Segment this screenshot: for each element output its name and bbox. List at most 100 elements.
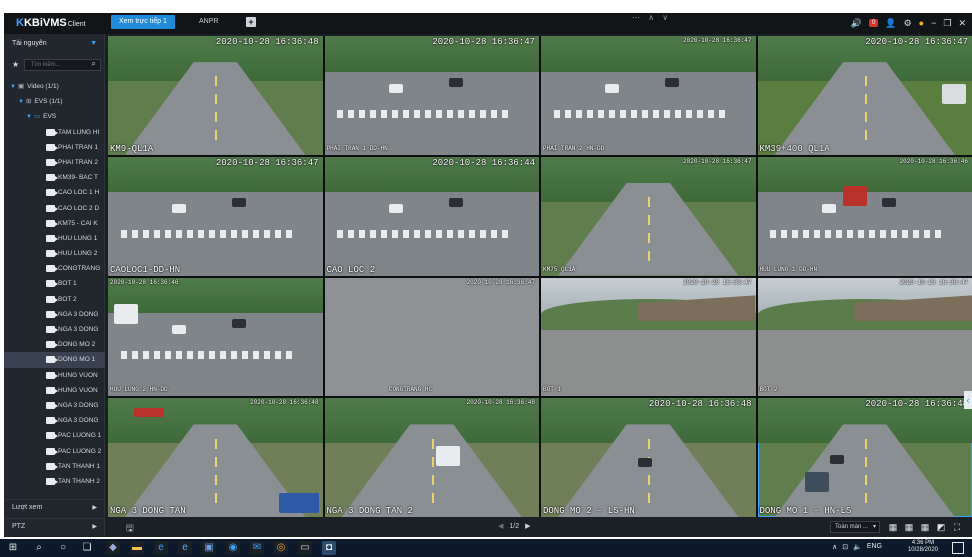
resource-dropdown[interactable]: Tài nguyên ▼ — [4, 36, 105, 52]
camera-item[interactable]: HUNG VUON — [4, 383, 105, 398]
search-input[interactable]: Tìm kiếm... ⌕ — [24, 59, 101, 71]
app-icon-4[interactable]: ▭ — [298, 541, 312, 555]
edge-icon[interactable]: e — [178, 541, 192, 555]
minimize-icon[interactable]: − — [931, 18, 936, 28]
chevron-up-icon[interactable]: ∧ — [832, 543, 837, 551]
gear-icon[interactable]: ⚙ — [904, 18, 912, 29]
camera-item[interactable]: PHAI TRAN 2 — [4, 155, 105, 170]
camera-icon — [46, 174, 58, 182]
cortana-icon[interactable]: ○ — [56, 541, 70, 555]
ie-icon[interactable]: e — [154, 541, 168, 555]
expand-icon[interactable]: ▼ — [10, 84, 16, 90]
search-icon[interactable]: ⌕ — [92, 59, 96, 69]
camera-item[interactable]: PHAI TRAN 1 — [4, 140, 105, 155]
warning-icon[interactable]: ● — [919, 18, 924, 28]
system-clock[interactable]: 4:36 PM 10/28/2020 — [908, 540, 938, 554]
layout-16-icon[interactable]: ▦ — [920, 522, 930, 532]
mail-icon[interactable]: ✉ — [250, 541, 264, 555]
app-icon-2[interactable]: ▣ — [202, 541, 216, 555]
camera-item[interactable]: TAN THANH 1 — [4, 459, 105, 474]
camera-tile[interactable]: 2020-10-28 16:36:47 KM75 QL1A — [541, 156, 756, 276]
next-page-icon[interactable]: ▶ — [525, 522, 530, 530]
tree-node-server[interactable]: ▼ ⊞ EVS (1/1) — [4, 94, 105, 109]
camera-item[interactable]: CAO LOC 1 H — [4, 185, 105, 200]
camera-label: BOT 1 — [58, 280, 77, 288]
camera-item[interactable]: NGA 3 DONG — [4, 307, 105, 322]
file-explorer-icon[interactable]: ▬ — [130, 541, 144, 555]
camera-item[interactable]: KM75 - CAI K — [4, 216, 105, 231]
notification-icon[interactable] — [952, 542, 964, 554]
camera-item[interactable]: TAN THANH 2 — [4, 474, 105, 489]
camera-tile[interactable]: 2020-10-28 16:36:47 CONGTRANG HC — [324, 277, 539, 397]
camera-item[interactable]: CONGTRANG — [4, 261, 105, 276]
tree-node-video[interactable]: ▼ ▣ Video (1/1) — [4, 79, 105, 94]
camera-tile[interactable]: 2020-10-28 16:36:47 CAOLOC1-DD-HN — [108, 156, 323, 276]
camera-item[interactable]: DONG MO 1 — [4, 352, 105, 368]
layout-9-icon[interactable]: ▦ — [904, 522, 914, 532]
camera-tile[interactable]: 2020-10-28 16:36:48 DONG MO 2 - LS-HN — [541, 398, 756, 517]
camera-item[interactable]: NGA 3 DONG — [4, 413, 105, 428]
camera-item[interactable]: HUNG VUON — [4, 368, 105, 383]
tile-scenery — [541, 330, 756, 397]
camera-item[interactable]: HUU LUNG 1 — [4, 231, 105, 246]
app-icon-3[interactable]: ◉ — [226, 541, 240, 555]
save-view-icon[interactable]: 🖫 — [126, 521, 134, 537]
right-panel-handle[interactable]: ‹ — [964, 391, 972, 409]
collapse-handle[interactable]: ⋯ ∧ ∨ — [632, 13, 671, 22]
camera-tile[interactable]: 2020-10-28 16:36:46 HUU LUNG 1 DD-HN — [757, 156, 972, 276]
camera-tile[interactable]: 2020-10-28 16:36:48 KM9-QL1A — [108, 36, 323, 155]
camera-tile[interactable]: 2020-10-28 16:36:47 BOT 2 — [757, 277, 972, 397]
camera-item[interactable]: BOT 2 — [4, 292, 105, 307]
camera-tile[interactable]: 2020-10-28 16:36:48 NGA 3 DONG TAN — [108, 398, 323, 517]
camera-tile[interactable]: 2020-10-28 16:36:46 HUU LUNG 2 HN-DD — [108, 277, 323, 397]
vms-taskbar-icon[interactable]: ◘ — [322, 541, 336, 555]
camera-icon — [46, 447, 58, 455]
app-icon-1[interactable]: ◆ — [106, 541, 120, 555]
camera-tile[interactable]: 2020-10-28 16:36:47 PHAI TRAN 2 HN-DD — [541, 36, 756, 155]
camera-tile[interactable]: 2020-10-28 16:36:47 BOT 1 — [541, 277, 756, 397]
camera-item[interactable]: PAC LUONG 2 — [4, 444, 105, 459]
windows-start-icon[interactable]: ⊞ — [6, 541, 20, 555]
restore-icon[interactable]: ❐ — [943, 18, 951, 29]
camera-tile[interactable]: 2020-10-28 16:36:44 CAO LOC 2 — [324, 156, 539, 276]
chrome-icon[interactable]: ◎ — [274, 541, 288, 555]
camera-item[interactable]: BOT 1 — [4, 276, 105, 291]
expand-icon[interactable]: ▼ — [26, 114, 32, 120]
camera-tile[interactable]: 2020-10-28 16:36:48 DONG MO 1 - HN-LS — [757, 398, 972, 517]
volume-icon[interactable]: 🔈 — [853, 543, 862, 551]
layout-4-icon[interactable]: ▦ — [888, 522, 898, 532]
view-mode-select[interactable]: Toàn màn ... ▾ — [830, 521, 880, 533]
camera-item[interactable]: HUU LUNG 2 — [4, 246, 105, 261]
alarm-count-badge[interactable]: 0 — [869, 19, 879, 27]
camera-item[interactable]: KM39- BAC T — [4, 170, 105, 185]
add-tab-button[interactable]: + — [246, 17, 256, 27]
camera-item[interactable]: CAO LOC 2 D — [4, 201, 105, 216]
tile-scenery — [637, 457, 652, 467]
tab-anpr[interactable]: ANPR — [191, 15, 226, 29]
tree-node-group[interactable]: ▼ ▭ EVS — [4, 109, 105, 124]
user-icon[interactable]: 👤 — [885, 18, 896, 29]
camera-item[interactable]: NGA 3 DONG — [4, 398, 105, 413]
favorites-star-icon[interactable]: ★ — [12, 60, 19, 69]
camera-tile[interactable]: 2020-10-28 16:36:47 KM39+400 QL1A — [757, 36, 972, 155]
camera-tile[interactable]: 2020-10-28 16:36:47 PHAI TRAN 1 DD-HN — [324, 36, 539, 155]
close-icon[interactable]: ✕ — [958, 18, 966, 29]
language-indicator[interactable]: ENG — [867, 543, 882, 551]
speaker-icon[interactable]: 🔊 — [851, 18, 862, 29]
tab-live-view[interactable]: Xem trực tiếp 1 — [111, 15, 175, 29]
layout-custom-icon[interactable]: ◩ — [936, 522, 946, 532]
prev-page-icon[interactable]: ◀ — [498, 522, 503, 530]
expand-icon[interactable]: ▼ — [18, 99, 24, 105]
camera-name-overlay: BOT 2 — [759, 386, 778, 394]
search-icon[interactable]: ⌕ — [32, 541, 46, 555]
camera-item[interactable]: TAM LUNG HI — [4, 125, 105, 140]
network-icon[interactable]: ⊡ — [842, 543, 848, 551]
views-panel-toggle[interactable]: Lượt xem ▶ — [4, 499, 105, 515]
camera-item[interactable]: DONG MO 2 — [4, 337, 105, 352]
camera-item[interactable]: PAC LUONG 1 — [4, 428, 105, 443]
ptz-panel-toggle[interactable]: PTZ ▶ — [4, 518, 105, 534]
camera-tile[interactable]: 2020-10-28 16:36:48 NGA 3 DONG TAN 2 — [324, 398, 539, 517]
task-view-icon[interactable]: ❏ — [80, 541, 94, 555]
camera-item[interactable]: NGA 3 DONG — [4, 322, 105, 337]
fullscreen-icon[interactable]: ⛶ — [952, 522, 962, 532]
